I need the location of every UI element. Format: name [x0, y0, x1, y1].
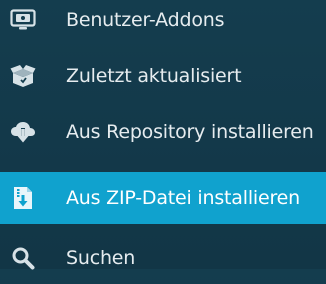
menu-item-label: Zuletzt aktualisiert [66, 65, 242, 87]
menu-item-install-from-zip[interactable]: Aus ZIP-Datei installieren [0, 172, 326, 224]
search-icon [10, 245, 36, 271]
menu-item-label: Suchen [66, 247, 136, 269]
menu-item-search[interactable]: Suchen [0, 232, 326, 284]
menu-item-user-addons[interactable]: Benutzer-Addons [0, 0, 326, 46]
menu-item-recently-updated[interactable]: Zuletzt aktualisiert [0, 50, 326, 102]
menu-item-label: Benutzer-Addons [66, 9, 225, 31]
zip-file-download-icon [10, 185, 36, 211]
open-box-icon [10, 63, 36, 89]
addon-browser-menu: Benutzer-Addons Zuletzt aktualisiert Aus… [0, 0, 326, 270]
cloud-download-icon [10, 119, 36, 145]
menu-item-label: Aus ZIP-Datei installieren [66, 187, 300, 209]
monitor-icon [10, 7, 36, 33]
menu-item-label: Aus Repository installieren [66, 121, 314, 143]
menu-item-install-from-repository[interactable]: Aus Repository installieren [0, 106, 326, 158]
